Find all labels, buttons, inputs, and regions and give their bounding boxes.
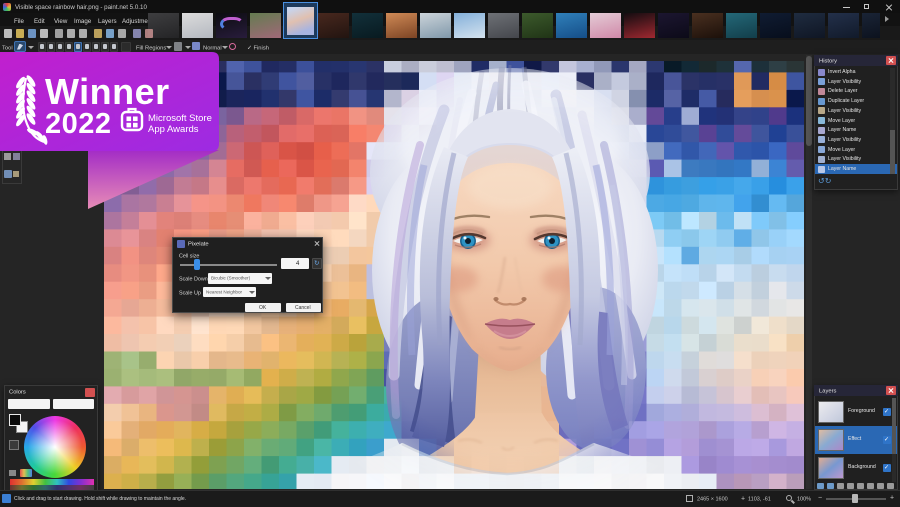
- svg-text:Microsoft Store: Microsoft Store: [148, 113, 212, 124]
- svg-text:2022: 2022: [45, 108, 112, 140]
- svg-text:Winner: Winner: [45, 71, 170, 112]
- svg-text:App Awards: App Awards: [148, 124, 199, 135]
